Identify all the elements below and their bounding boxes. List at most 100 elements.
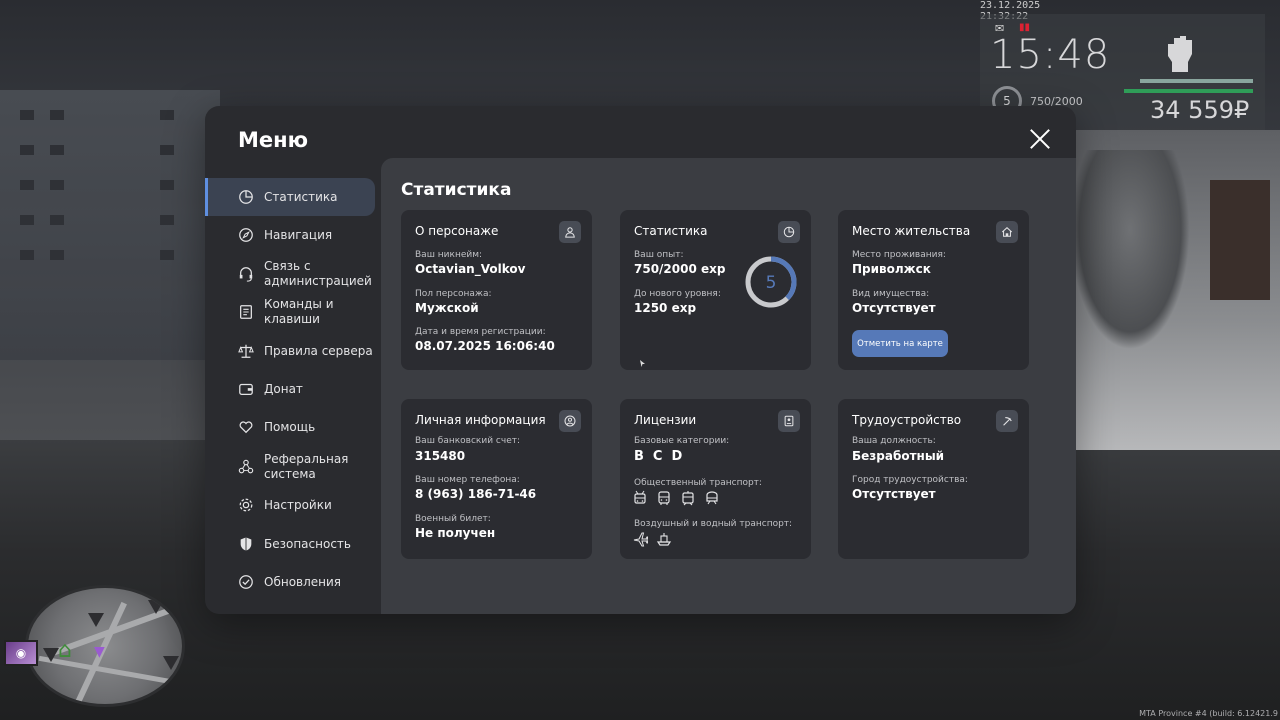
compass-icon (237, 226, 255, 244)
stats-card: Статистика Ваш опыт: 750/2000 exp До нов… (620, 210, 811, 370)
property-value: Отсутствует (852, 301, 936, 315)
card-title: Лицензии (634, 413, 697, 427)
trolleybus-icon (634, 490, 646, 504)
level-number: 5 (766, 273, 777, 293)
sidebar-item-settings[interactable]: Настройки (205, 486, 375, 524)
sidebar-item-updates[interactable]: Обновления (205, 563, 375, 601)
residence-place-value: Приволжск (852, 262, 931, 276)
hud-datetime: 23.12.2025 21:32:22 (980, 0, 1041, 22)
content-panel: Статистика О персонаже Ваш никнейм: Octa… (381, 158, 1076, 614)
airplane-icon (633, 532, 648, 547)
licenses-card: Лицензии Базовые категории: BCD Обществе… (620, 399, 811, 559)
military-label: Военный билет: (415, 514, 491, 524)
phone-label: Ваш номер телефона: (415, 475, 520, 485)
air-water-transport-icons (632, 531, 672, 547)
pickaxe-icon (996, 410, 1018, 432)
user-icon (559, 221, 581, 243)
sidebar: Статистика Навигация Связь с администрац… (205, 176, 381, 614)
fist-icon (1160, 30, 1200, 74)
sidebar-item-commands[interactable]: Команды и клавиши (205, 293, 375, 331)
registration-label: Дата и время регистрации: (415, 327, 546, 337)
military-value: Не получен (415, 526, 496, 540)
sidebar-item-label: Обновления (264, 574, 342, 589)
close-icon[interactable] (1028, 127, 1052, 151)
exp-label: Ваш опыт: (634, 250, 684, 260)
shield-icon (237, 535, 255, 553)
work-city-label: Город трудоустройства: (852, 475, 968, 485)
gender-value: Мужской (415, 301, 479, 315)
tree (1070, 150, 1190, 350)
gear-icon (237, 496, 255, 514)
nickname-label: Ваш никнейм: (415, 250, 483, 260)
air-water-transport-label: Воздушный и водный транспорт: (634, 519, 793, 529)
license-categories: BCD (634, 449, 691, 464)
registration-value: 08.07.2025 16:06:40 (415, 339, 555, 353)
residence-place-label: Место проживания: (852, 250, 946, 260)
character-card: О персонаже Ваш никнейм: Octavian_Volkov… (401, 210, 592, 370)
employment-card: Трудоустройство Ваша должность: Безработ… (838, 399, 1029, 559)
sidebar-item-security[interactable]: Безопасность (205, 525, 375, 563)
headset-icon (237, 265, 255, 283)
sidebar-item-rules[interactable]: Правила сервера (205, 332, 375, 370)
id-card-icon (778, 410, 800, 432)
work-city-value: Отсутствует (852, 487, 936, 501)
level-progress-ring: 5 (745, 256, 797, 308)
sidebar-item-donate[interactable]: Донат (205, 370, 375, 408)
pie-chart-icon (778, 221, 800, 243)
house-icon: ⌂ (58, 638, 72, 663)
sidebar-item-navigation[interactable]: Навигация (205, 216, 375, 254)
health-bar (1140, 79, 1253, 83)
map-marker-icon: ▼ (94, 644, 105, 660)
card-title: Личная информация (415, 413, 546, 427)
next-level-label: До нового уровня: (634, 289, 721, 299)
apartment-building (0, 90, 220, 360)
exp-value: 750/2000 exp (634, 262, 726, 276)
build-info: MTA Province #4 (build: 6.12421.9 (1139, 709, 1278, 718)
pie-chart-icon (237, 188, 255, 206)
sidebar-item-label: Безопасность (264, 536, 351, 551)
gender-label: Пол персонажа: (415, 289, 492, 299)
bank-label: Ваш банковский счет: (415, 436, 521, 446)
phone-value: 8 (963) 186-71-46 (415, 487, 537, 501)
property-label: Вид имущества: (852, 289, 930, 299)
ship-icon (656, 533, 672, 546)
sidebar-item-admin-contact[interactable]: Связь с администрацией (205, 255, 375, 293)
sidebar-item-label: Донат (264, 381, 303, 396)
wallet-icon (237, 380, 255, 398)
document-icon (237, 303, 255, 321)
mark-on-map-button[interactable]: Отметить на карте (852, 330, 948, 357)
sidebar-item-label: Помощь (264, 419, 316, 434)
scales-icon (237, 342, 255, 360)
mouse-cursor (640, 360, 645, 367)
license-category-c: C (652, 449, 663, 464)
position-label: Ваша должность: (852, 436, 936, 446)
sidebar-item-label: Правила сервера (264, 343, 373, 358)
sidebar-item-label: Настройки (264, 497, 332, 512)
card-title: О персонаже (415, 224, 499, 238)
sidebar-item-label: Команды и клавиши (264, 297, 334, 326)
card-title: Трудоустройство (852, 413, 962, 427)
sidebar-item-label: Навигация (264, 227, 333, 242)
sidebar-item-help[interactable]: Помощь (205, 408, 375, 446)
bank-value: 315480 (415, 449, 466, 463)
sidebar-item-referral[interactable]: Реферальная система (205, 448, 375, 486)
home-icon (996, 221, 1018, 243)
public-transport-icons (632, 490, 720, 506)
residence-card: Место жительства Место проживания: Приво… (838, 210, 1029, 370)
watchtower (1210, 180, 1270, 300)
nickname-value: Octavian_Volkov (415, 262, 526, 276)
base-categories-label: Базовые категории: (634, 436, 730, 446)
sidebar-item-label: Реферальная система (264, 452, 349, 481)
sidebar-item-statistics[interactable]: Статистика (205, 178, 375, 216)
network-icon (237, 458, 255, 476)
sidebar-item-label: Статистика (264, 189, 338, 204)
minimap-player-icon: ◉ (4, 640, 38, 666)
public-transport-label: Общественный транспорт: (634, 478, 762, 488)
menu-title: Меню (238, 128, 309, 152)
hud-money: 34 559₽ (1150, 96, 1250, 124)
tram-icon (682, 491, 694, 506)
heart-hands-icon (237, 418, 255, 436)
hud-clock: 15:48 (990, 32, 1111, 78)
train-icon (706, 491, 718, 505)
bus-icon (658, 491, 670, 505)
